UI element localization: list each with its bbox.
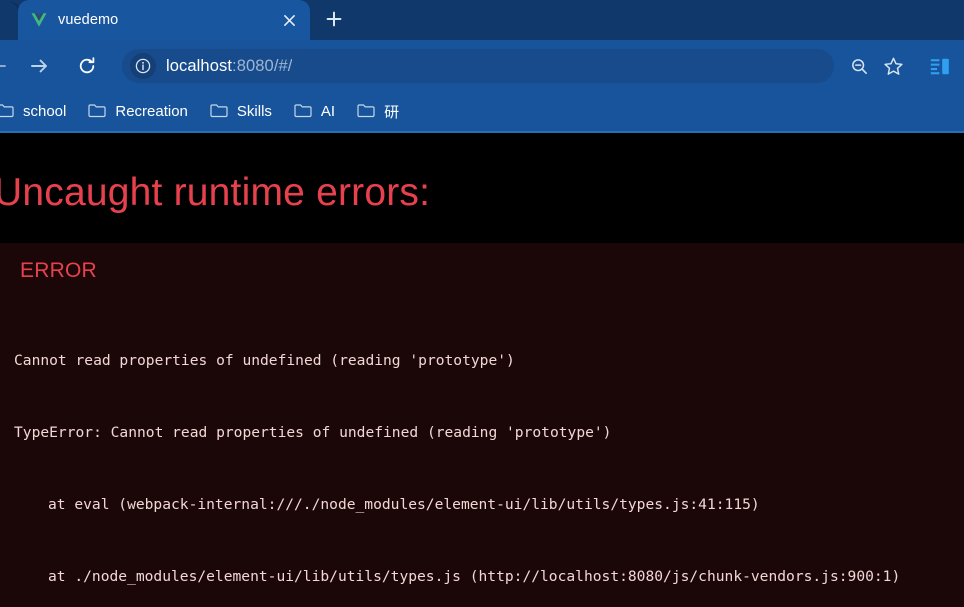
info-circle-icon[interactable] bbox=[130, 53, 156, 79]
tab-strip: vuedemo bbox=[0, 0, 964, 40]
bookmark-item-recreation[interactable]: Recreation bbox=[80, 98, 196, 126]
runtime-error-panel: ERROR Cannot read properties of undefine… bbox=[0, 243, 964, 607]
bookmark-item-school[interactable]: school bbox=[0, 98, 74, 126]
stack-frame: at ./node_modules/element-ui/lib/utils/t… bbox=[48, 568, 901, 585]
reload-icon bbox=[79, 57, 95, 74]
page-title: Uncaught runtime errors: bbox=[0, 171, 431, 214]
bookmarks-bar: school Recreation Skills AI 研 bbox=[0, 92, 964, 133]
browser-toolbar: localhost:8080/#/ bbox=[0, 40, 964, 92]
bookmark-label: Recreation bbox=[115, 103, 188, 120]
address-bar[interactable]: localhost:8080/#/ bbox=[122, 49, 834, 83]
reload-button[interactable] bbox=[70, 49, 104, 83]
vue-logo-icon bbox=[30, 11, 48, 29]
url-host: localhost bbox=[166, 56, 233, 75]
forward-button[interactable] bbox=[22, 49, 56, 83]
reading-list-icon[interactable] bbox=[922, 49, 958, 83]
url-text[interactable]: localhost:8080/#/ bbox=[166, 57, 292, 76]
folder-icon bbox=[210, 103, 228, 121]
bookmark-star-icon[interactable] bbox=[878, 51, 908, 81]
error-message-line: Cannot read properties of undefined (rea… bbox=[14, 352, 515, 369]
forward-arrow-icon bbox=[31, 59, 47, 73]
error-badge: ERROR bbox=[20, 259, 97, 282]
bookmark-label: 研 bbox=[384, 104, 400, 121]
bookmark-label: school bbox=[23, 103, 67, 120]
folder-icon bbox=[88, 103, 106, 121]
tab-title: vuedemo bbox=[58, 12, 119, 28]
stack-frame: at eval (webpack-internal:///./node_modu… bbox=[48, 496, 760, 513]
folder-icon bbox=[0, 103, 14, 121]
back-arrow-icon bbox=[0, 65, 6, 67]
bookmark-item-skills[interactable]: Skills bbox=[202, 98, 280, 126]
new-tab-button[interactable] bbox=[318, 3, 350, 35]
folder-icon bbox=[357, 103, 375, 121]
bookmark-label: AI bbox=[320, 103, 336, 120]
back-button[interactable] bbox=[0, 49, 16, 83]
folder-icon bbox=[294, 103, 312, 121]
close-icon[interactable] bbox=[276, 7, 302, 33]
url-path: :8080/#/ bbox=[232, 56, 293, 75]
bookmark-item-yan[interactable]: 研 bbox=[349, 98, 407, 126]
zoom-out-icon[interactable] bbox=[844, 51, 874, 81]
error-type-line: TypeError: Cannot read properties of und… bbox=[14, 424, 612, 441]
bookmark-label: Skills bbox=[236, 103, 272, 120]
browser-window: vuedemo localhost:8080/#/ school Recreat… bbox=[0, 0, 964, 607]
plus-icon bbox=[326, 11, 342, 27]
browser-tab-vuedemo[interactable]: vuedemo bbox=[18, 0, 310, 40]
page-content: Uncaught runtime errors: ERROR Cannot re… bbox=[0, 135, 964, 607]
error-stack-trace: Cannot read properties of undefined (rea… bbox=[0, 301, 964, 607]
tab-partial-left[interactable] bbox=[0, 2, 20, 40]
bookmark-item-ai[interactable]: AI bbox=[286, 98, 343, 126]
